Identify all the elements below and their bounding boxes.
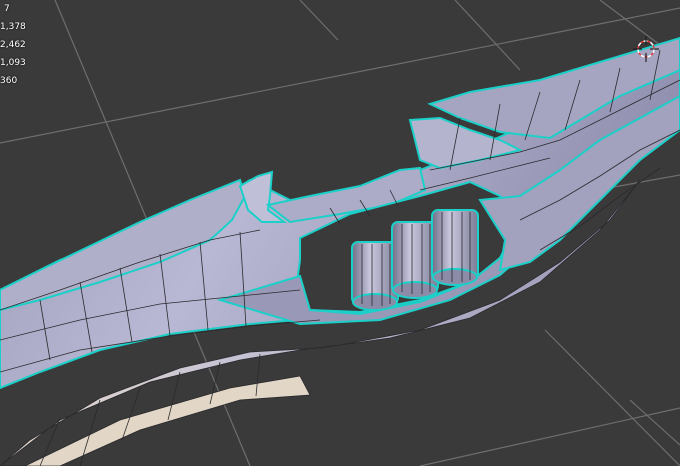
- stat-edges: 2,462: [0, 40, 26, 50]
- mesh-object[interactable]: [0, 36, 680, 466]
- stat-objects: 7: [4, 4, 10, 14]
- stat-triangles: 360: [0, 76, 18, 86]
- mesh-lower-rim: [0, 375, 311, 466]
- scene-statistics: 7 1,378 2,462 1,093 360: [0, 0, 26, 90]
- 3d-viewport[interactable]: [0, 0, 680, 466]
- stat-vertices: 1,378: [0, 22, 26, 32]
- stat-faces: 1,093: [0, 58, 26, 68]
